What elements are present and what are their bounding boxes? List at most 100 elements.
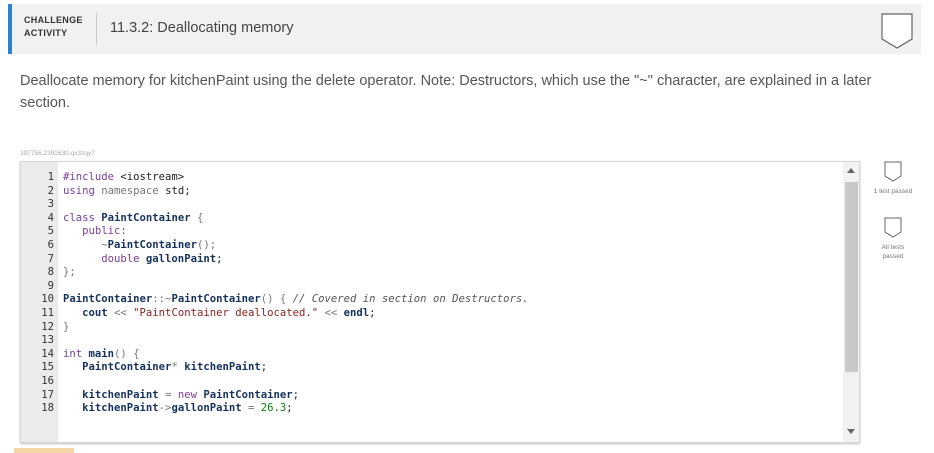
line-number: 17 xyxy=(41,388,54,401)
line-number: 3 xyxy=(47,198,54,211)
activity-header: CHALLENGE ACTIVITY 11.3.2: Deallocating … xyxy=(8,4,921,54)
code-line[interactable]: 4 class PaintContainer { xyxy=(21,212,529,226)
code-token: () { xyxy=(260,293,293,306)
line-number: 7 xyxy=(47,252,54,265)
code-line[interactable]: 18 kitchenPaint->gallonPaint = 26.3; xyxy=(21,402,529,416)
line-number: 12 xyxy=(41,320,54,333)
code-line[interactable]: 7 double gallonPaint; xyxy=(21,253,529,267)
scrollbar-thumb[interactable] xyxy=(845,182,858,372)
test-status-label: All tests passed xyxy=(881,244,905,260)
code-line[interactable]: 2 using namespace std; xyxy=(21,185,529,199)
code-token: kitchenPaint xyxy=(63,388,166,401)
scroll-down-icon[interactable] xyxy=(847,429,855,434)
code-token: << xyxy=(324,306,344,319)
line-number: 10 xyxy=(41,293,54,306)
code-token: << xyxy=(114,306,134,319)
activity-type-tag: CHALLENGE ACTIVITY xyxy=(24,14,83,40)
code-line[interactable]: 15 PaintContainer* kitchenPaint; xyxy=(21,361,529,375)
line-number: 2 xyxy=(47,184,54,197)
tag-line-2: ACTIVITY xyxy=(24,28,68,38)
challenge-activity-card: CHALLENGE ACTIVITY 11.3.2: Deallocating … xyxy=(8,4,921,453)
scroll-up-icon[interactable] xyxy=(847,168,855,173)
test-badge-icon xyxy=(884,161,902,182)
line-number: 16 xyxy=(41,374,54,387)
code-token: ; xyxy=(292,388,300,401)
code-line[interactable]: 16 xyxy=(21,375,529,389)
code-token: endl xyxy=(343,306,370,319)
code-token: double xyxy=(63,252,146,265)
code-line[interactable]: 14 int main() { xyxy=(21,348,529,362)
code-line[interactable]: 5 public: xyxy=(21,225,529,239)
code-token: ~ xyxy=(63,238,108,251)
code-token: gallonPaint xyxy=(145,252,217,265)
code-line[interactable]: 9 xyxy=(21,280,529,294)
code-line[interactable]: 17 kitchenPaint = new PaintContainer; xyxy=(21,389,529,403)
code-token: PaintContainer xyxy=(63,293,153,306)
code-content[interactable]: 1 #include <iostream> 2 using namespace std… xyxy=(21,171,529,416)
code-token: * xyxy=(171,361,185,374)
code-token: PaintContainer xyxy=(203,388,293,401)
activity-title: 11.3.2: Deallocating memory xyxy=(110,20,294,36)
code-token: int xyxy=(63,347,89,360)
code-token: ; xyxy=(216,252,223,265)
line-number: 15 xyxy=(41,361,54,374)
code-token: PaintContainer xyxy=(171,293,261,306)
code-token: <iostream> xyxy=(120,171,185,183)
completion-badge-icon xyxy=(881,13,913,49)
line-number: 1 xyxy=(47,171,54,183)
code-token: std; xyxy=(165,184,191,197)
code-token: kitchenPaint xyxy=(63,402,159,415)
code-token: kitchenPaint xyxy=(184,361,261,374)
code-token: PaintContainer xyxy=(107,238,197,251)
code-token: using xyxy=(63,184,102,197)
code-token: PaintContainer xyxy=(101,211,197,224)
editor-scrollbar[interactable] xyxy=(843,162,859,442)
code-token: { xyxy=(196,211,204,224)
code-token: -> xyxy=(158,402,172,415)
code-token: } xyxy=(63,320,70,333)
code-line[interactable]: 6 ~PaintContainer(); xyxy=(21,239,529,253)
challenge-id: 397756.2392630.qx3zqy7 xyxy=(20,150,95,157)
line-number: 6 xyxy=(47,238,54,251)
line-number: 18 xyxy=(41,402,54,415)
code-line[interactable]: 8}; xyxy=(21,266,529,280)
line-number: 13 xyxy=(41,334,54,347)
code-token: }; xyxy=(63,266,76,279)
code-line[interactable]: 10 PaintContainer::~PaintContainer() { //… xyxy=(21,293,529,307)
tag-line-1: CHALLENGE xyxy=(24,15,83,25)
code-token: ::~ xyxy=(152,293,172,306)
run-button-stub[interactable] xyxy=(14,448,74,453)
test-status-2: All tests passed xyxy=(873,217,913,261)
code-token: gallonPaint xyxy=(171,402,248,415)
code-token: cout xyxy=(63,306,115,319)
code-editor[interactable]: 1 #include <iostream> 2 using namespace std… xyxy=(20,161,860,443)
code-token: new xyxy=(177,388,204,401)
code-line[interactable]: 13 xyxy=(21,334,529,348)
code-token: = xyxy=(247,402,261,415)
code-line[interactable]: 3 xyxy=(21,198,529,212)
code-token: "PaintContainer deallocated." xyxy=(133,306,325,319)
code-token: class xyxy=(63,211,102,224)
code-token: main xyxy=(88,347,115,360)
test-badge-icon xyxy=(884,217,902,238)
line-number: 4 xyxy=(47,211,54,224)
code-line[interactable]: 12} xyxy=(21,321,529,335)
instructions-text: Deallocate memory for kitchenPaint using… xyxy=(20,73,872,111)
code-token: public: xyxy=(63,225,127,238)
line-number: 14 xyxy=(41,347,54,360)
code-token: = xyxy=(165,388,178,401)
code-token: ; xyxy=(286,402,293,415)
line-number: 11 xyxy=(41,306,54,319)
code-line[interactable]: 11 cout << "PaintContainer deallocated."… xyxy=(21,307,529,321)
code-token: (); xyxy=(196,238,217,251)
code-line[interactable]: 1 #include <iostream> xyxy=(21,171,529,185)
code-token: ; xyxy=(260,361,268,374)
code-token: PaintContainer xyxy=(63,361,172,374)
line-number: 5 xyxy=(47,225,54,238)
line-number: 8 xyxy=(47,266,54,279)
code-token: #include xyxy=(63,171,121,183)
code-token: ; xyxy=(369,306,376,319)
header-divider xyxy=(96,13,97,45)
test-status-label: 1 test passed xyxy=(873,188,913,195)
code-token: // Covered in section on Destructors. xyxy=(292,293,529,306)
